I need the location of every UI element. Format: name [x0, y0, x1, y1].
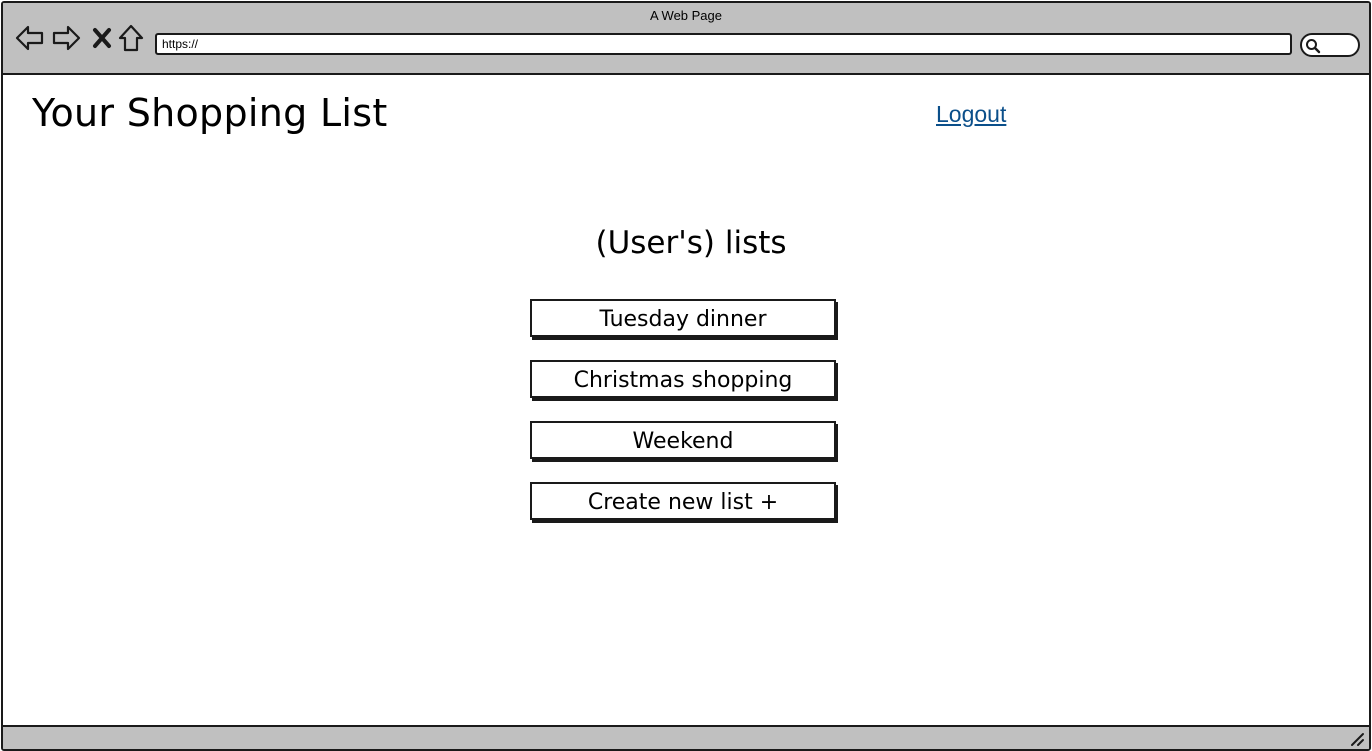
- forward-arrow-icon[interactable]: [51, 23, 81, 53]
- browser-search-field[interactable]: [1300, 33, 1360, 57]
- logout-link[interactable]: Logout: [936, 101, 1006, 128]
- page-title: Your Shopping List: [32, 91, 388, 135]
- list-button-christmas-shopping[interactable]: Christmas shopping: [530, 360, 836, 398]
- window-title: A Web Page: [649, 8, 723, 23]
- lists-heading: (User's) lists: [595, 225, 787, 261]
- address-bar[interactable]: https://: [155, 33, 1292, 55]
- back-arrow-icon[interactable]: [15, 23, 45, 53]
- close-icon[interactable]: [87, 23, 117, 53]
- list-button-tuesday-dinner[interactable]: Tuesday dinner: [530, 299, 836, 337]
- browser-chrome: A Web Page https://: [3, 3, 1369, 75]
- create-new-list-button[interactable]: Create new list +: [530, 482, 836, 520]
- search-icon: [1306, 39, 1321, 54]
- status-bar: [3, 725, 1369, 749]
- shopping-lists: Tuesday dinner Christmas shopping Weeken…: [530, 299, 842, 543]
- list-button-weekend[interactable]: Weekend: [530, 421, 836, 459]
- home-icon[interactable]: [116, 23, 146, 53]
- browser-window: A Web Page https:// Your Shopping List L…: [1, 1, 1371, 751]
- resize-grip-icon[interactable]: [1349, 731, 1365, 747]
